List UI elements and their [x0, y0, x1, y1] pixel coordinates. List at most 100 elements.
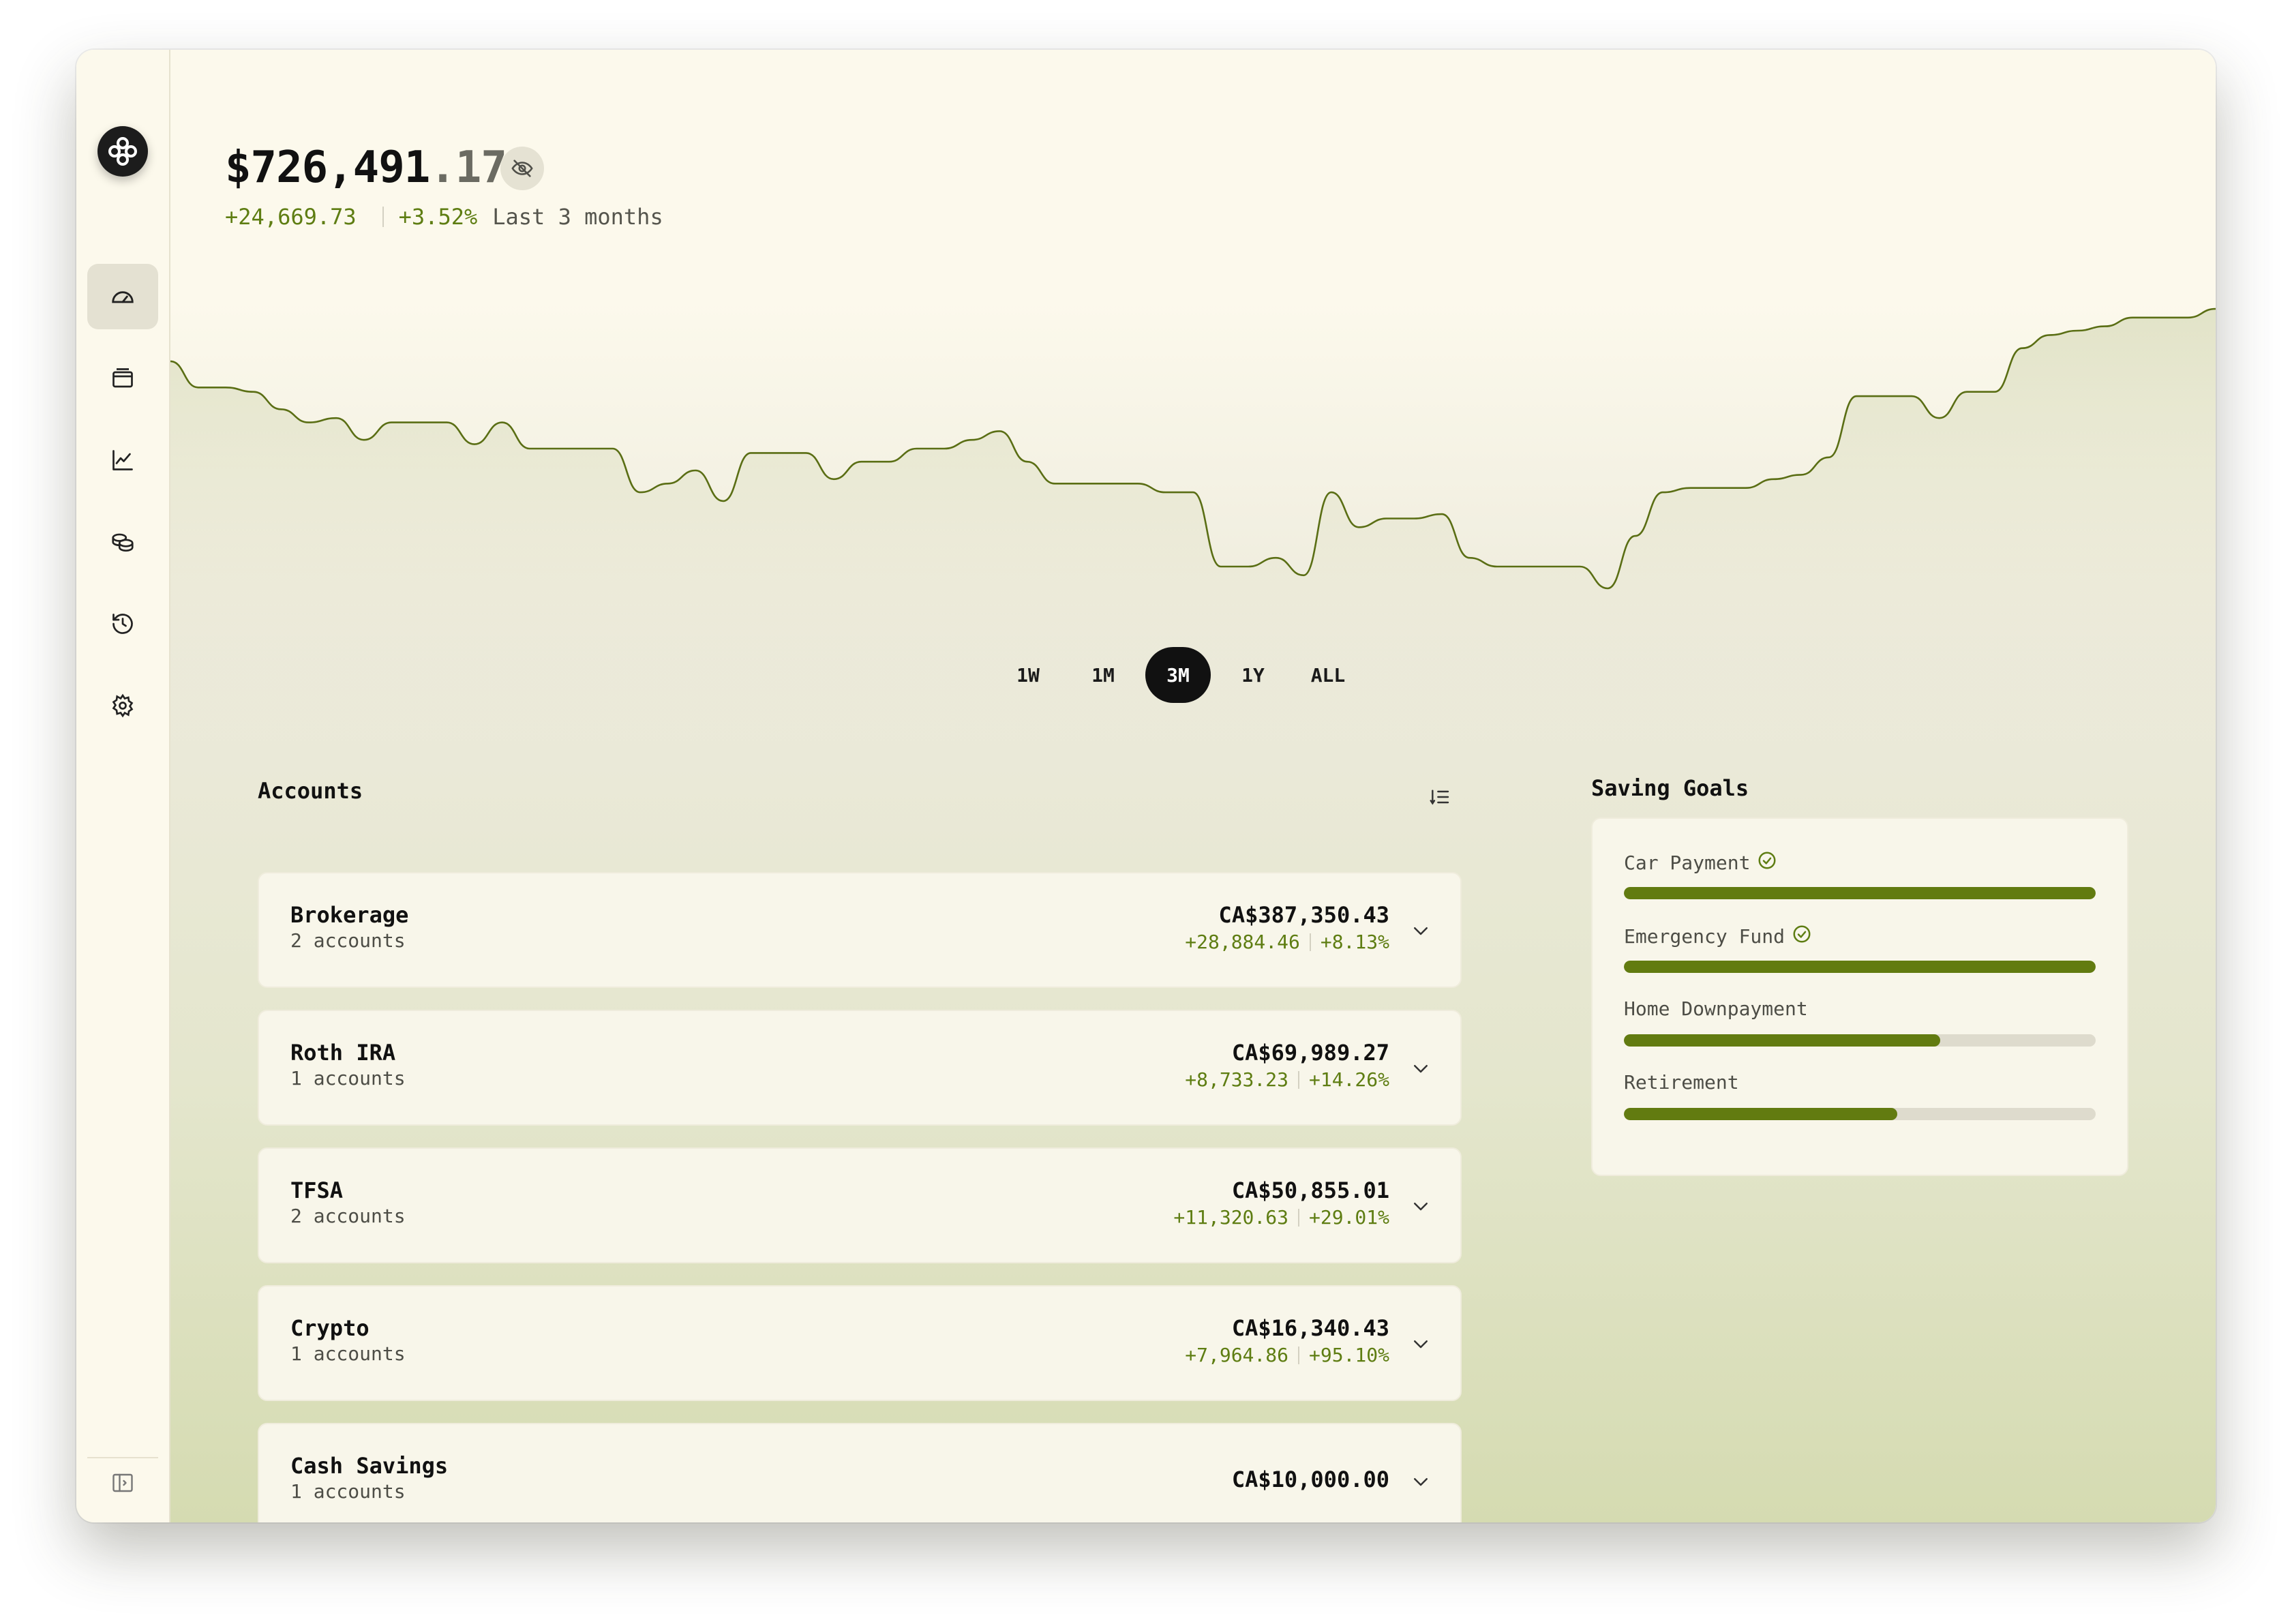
goal-progress-bar: [1624, 887, 2096, 899]
goal-progress-bar: [1624, 1034, 2096, 1047]
period-label: Last 3 months: [492, 204, 663, 230]
account-name: Brokerage: [290, 902, 409, 928]
account-card[interactable]: Roth IRA 1 accounts CA$69,989.27 +8,733.23 +…: [258, 1010, 1462, 1126]
expand-account-button[interactable]: [1408, 1332, 1433, 1356]
account-change-separator: [1297, 1070, 1299, 1089]
account-value: CA$16,340.43: [1231, 1315, 1389, 1341]
account-name: Crypto: [290, 1315, 370, 1341]
chart-line-icon: [112, 450, 133, 470]
sidebar-item-settings[interactable]: [87, 673, 158, 738]
sidebar-item-holdings[interactable]: [87, 509, 158, 575]
account-change-amount: +8,733.23: [1185, 1068, 1288, 1091]
chevron-down-icon: [1414, 1065, 1428, 1073]
goal-label: Home Downpayment: [1624, 997, 1808, 1020]
account-count: 1 accounts: [290, 1480, 406, 1503]
goal-label: Retirement: [1624, 1071, 1739, 1094]
accounts-title: Accounts: [258, 778, 363, 804]
account-count: 1 accounts: [290, 1067, 406, 1089]
account-card[interactable]: Brokerage 2 accounts CA$387,350.43 +28,884.…: [258, 872, 1462, 988]
balance-change: +24,669.73 +3.52% Last 3 months: [225, 204, 663, 230]
goal-progress-fill: [1624, 1034, 1940, 1047]
expand-account-button[interactable]: [1408, 1056, 1433, 1081]
account-count: 2 accounts: [290, 1205, 406, 1227]
sidebar: [76, 50, 170, 1522]
account-change-separator: [1309, 933, 1311, 951]
eye-off-icon: [511, 160, 533, 177]
wallet-icon: [112, 368, 133, 388]
account-change: +8,733.23 +14.26%: [1185, 1068, 1389, 1091]
balance-cents: .17: [429, 142, 507, 193]
goal-progress-bar: [1624, 961, 2096, 973]
account-change-percent: +29.01%: [1308, 1206, 1389, 1229]
chevron-down-icon: [1414, 1203, 1428, 1211]
expand-account-button[interactable]: [1408, 1194, 1433, 1218]
gauge-icon: [112, 291, 134, 303]
goal-label: Emergency Fund: [1624, 924, 1812, 949]
change-amount: +24,669.73: [225, 204, 357, 230]
account-card[interactable]: Cash Savings 1 accounts CA$10,000.00: [258, 1423, 1462, 1522]
change-percent: +3.52%: [398, 204, 478, 230]
account-value: CA$69,989.27: [1231, 1040, 1389, 1066]
account-change-percent: +14.26%: [1308, 1068, 1389, 1091]
range-1y-button[interactable]: 1Y: [1220, 647, 1286, 703]
check-circle-icon: [1792, 924, 1812, 949]
app-logo-icon[interactable]: [97, 126, 148, 177]
hide-balance-button[interactable]: [500, 147, 544, 190]
chevron-down-icon: [1414, 1340, 1428, 1349]
sidebar-item-performance[interactable]: [87, 427, 158, 493]
account-value: CA$50,855.01: [1231, 1177, 1389, 1203]
range-selector: 1W 1M 3M 1Y ALL: [995, 647, 1370, 703]
goal-label: Car Payment: [1624, 850, 1777, 875]
gear-icon: [112, 693, 134, 718]
goal-name: Car Payment: [1624, 852, 1751, 874]
account-change-percent: +8.13%: [1320, 931, 1389, 953]
app-window: $726,491.17 +24,669.73 +3.52% Last 3 mon…: [76, 50, 2216, 1522]
account-change-amount: +11,320.63: [1173, 1206, 1288, 1229]
sidebar-divider: [87, 1457, 158, 1458]
account-name: TFSA: [290, 1177, 344, 1203]
range-1m-button[interactable]: 1M: [1070, 647, 1136, 703]
account-count: 1 accounts: [290, 1342, 406, 1365]
sidebar-item-history[interactable]: [87, 591, 158, 657]
total-balance: $726,491.17: [225, 142, 507, 193]
account-change-amount: +7,964.86: [1185, 1344, 1288, 1366]
sidebar-toggle-icon: [112, 1473, 133, 1492]
saving-goals-title: Saving Goals: [1591, 775, 1749, 801]
account-count: 2 accounts: [290, 929, 406, 952]
history-icon: [112, 614, 133, 634]
account-change-separator: [1297, 1346, 1299, 1364]
account-change: +11,320.63 +29.01%: [1173, 1206, 1389, 1229]
balance-main: $726,491: [225, 142, 430, 193]
range-3m-button[interactable]: 3M: [1145, 647, 1211, 703]
account-card[interactable]: TFSA 2 accounts CA$50,855.01 +11,320.63 +29.…: [258, 1147, 1462, 1263]
coins-icon: [112, 533, 134, 552]
list-sort-icon: [1430, 790, 1449, 805]
account-change-separator: [1297, 1208, 1299, 1227]
account-card[interactable]: Crypto 1 accounts CA$16,340.43 +7,964.86 +95…: [258, 1285, 1462, 1401]
account-value: CA$387,350.43: [1218, 902, 1389, 928]
sidebar-item-wallet[interactable]: [87, 346, 158, 411]
account-change: +7,964.86 +95.10%: [1185, 1344, 1389, 1366]
expand-account-button[interactable]: [1408, 1469, 1433, 1494]
goal-progress-fill: [1624, 887, 2096, 899]
account-name: Roth IRA: [290, 1040, 396, 1066]
goal-name: Emergency Fund: [1624, 925, 1785, 948]
sidebar-collapse-button[interactable]: [106, 1467, 139, 1499]
range-all-button[interactable]: ALL: [1295, 647, 1361, 703]
chevron-down-icon: [1414, 927, 1428, 935]
check-circle-icon: [1757, 850, 1777, 875]
goal-progress-fill: [1624, 1108, 1898, 1120]
goal-name: Home Downpayment: [1624, 997, 1808, 1020]
goal-progress-bar: [1624, 1108, 2096, 1120]
range-1w-button[interactable]: 1W: [995, 647, 1061, 703]
expand-account-button[interactable]: [1408, 918, 1433, 943]
account-change-percent: +95.10%: [1308, 1344, 1389, 1366]
sort-accounts-button[interactable]: [1423, 781, 1456, 813]
account-name: Cash Savings: [290, 1453, 449, 1479]
chevron-down-icon: [1414, 1478, 1428, 1486]
goal-name: Retirement: [1624, 1071, 1739, 1094]
account-value: CA$10,000.00: [1231, 1467, 1389, 1492]
goal-progress-fill: [1624, 961, 2096, 973]
account-change: +28,884.46 +8.13%: [1185, 931, 1389, 953]
sidebar-item-dashboard[interactable]: [87, 264, 158, 329]
